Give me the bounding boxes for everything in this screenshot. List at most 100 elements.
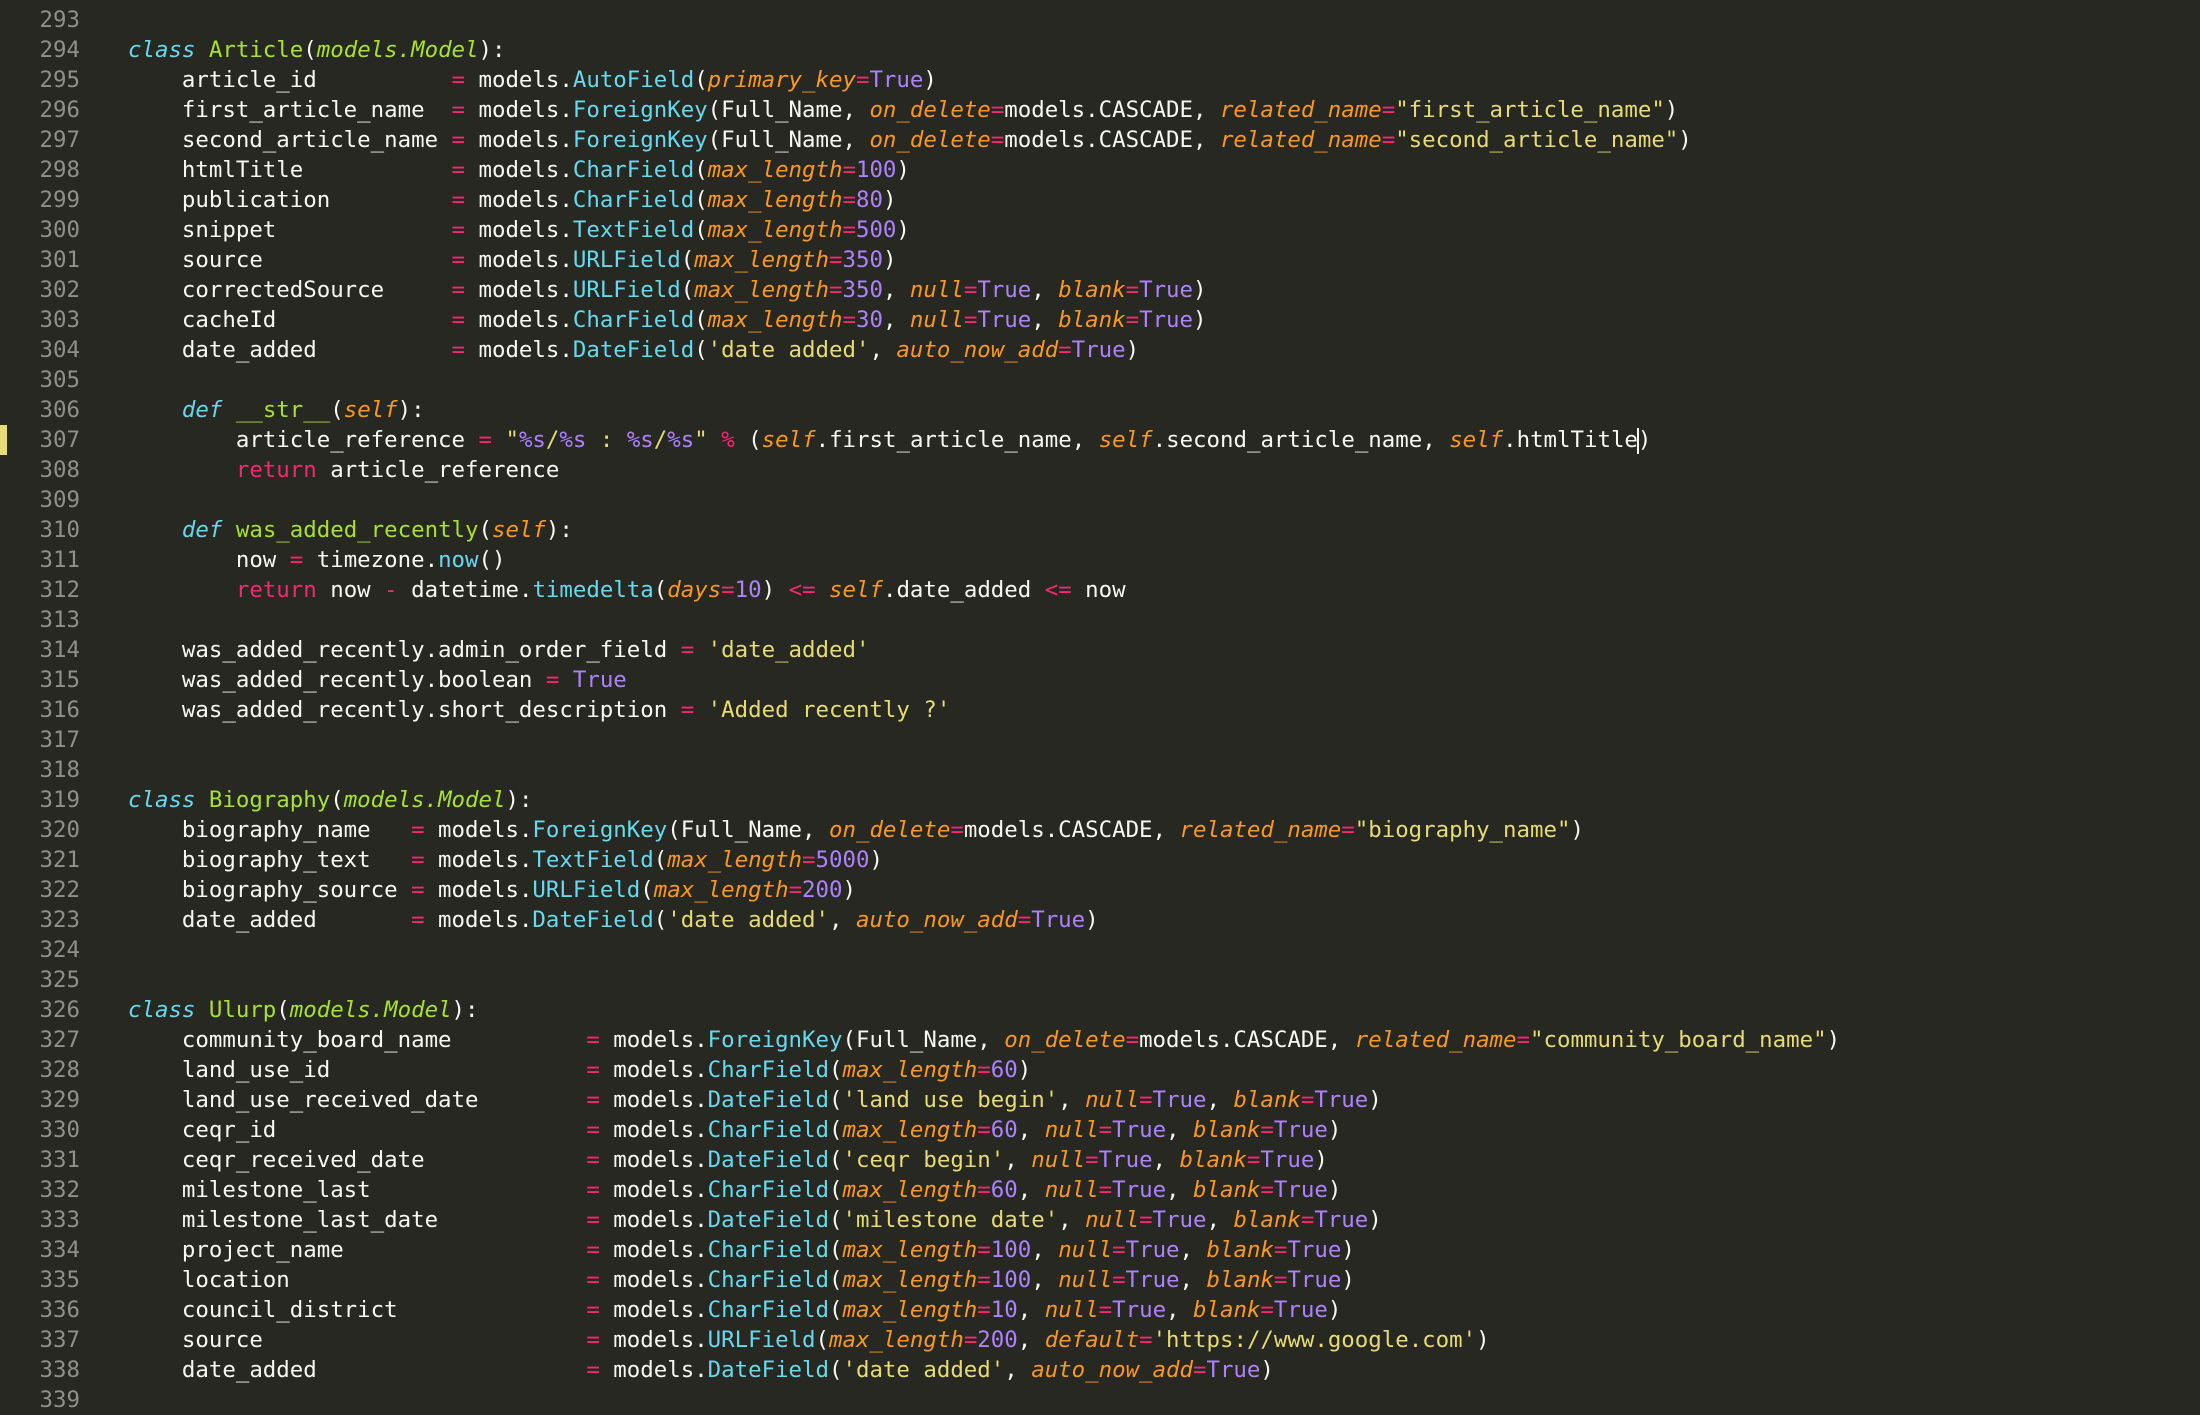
code-line[interactable]: 318 (0, 755, 2200, 785)
code-text[interactable]: class Biography(models.Model): (128, 785, 532, 815)
code-text[interactable]: class Article(models.Model): (128, 35, 505, 65)
code-line[interactable]: 295 article_id = models.AutoField(primar… (0, 65, 2200, 95)
code-text[interactable]: article_id = models.AutoField(primary_ke… (128, 65, 937, 95)
code-line[interactable]: 337 source = models.URLField(max_length=… (0, 1325, 2200, 1355)
line-number: 310 (39, 517, 80, 543)
code-line[interactable]: 293 (0, 5, 2200, 35)
code-line[interactable]: 300 snippet = models.TextField(max_lengt… (0, 215, 2200, 245)
code-line[interactable]: 322 biography_source = models.URLField(m… (0, 875, 2200, 905)
code-line[interactable]: 307 article_reference = "%s/%s : %s/%s" … (0, 425, 2200, 455)
code-line[interactable]: 303 cacheId = models.CharField(max_lengt… (0, 305, 2200, 335)
code-line[interactable]: 297 second_article_name = models.Foreign… (0, 125, 2200, 155)
code-token: models. (424, 847, 533, 873)
code-line[interactable]: 327 community_board_name = models.Foreig… (0, 1025, 2200, 1055)
code-text[interactable]: first_article_name = models.ForeignKey(F… (128, 95, 1678, 125)
code-text[interactable]: ceqr_received_date = models.DateField('c… (128, 1145, 1328, 1175)
code-line[interactable]: 330 ceqr_id = models.CharField(max_lengt… (0, 1115, 2200, 1145)
code-line[interactable]: 316 was_added_recently.short_description… (0, 695, 2200, 725)
code-line[interactable]: 304 date_added = models.DateField('date … (0, 335, 2200, 365)
code-line[interactable]: 294 class Article(models.Model): (0, 35, 2200, 65)
code-line[interactable]: 309 (0, 485, 2200, 515)
code-text[interactable]: land_use_received_date = models.DateFiel… (128, 1085, 1382, 1115)
code-token: ForeignKey (572, 127, 708, 153)
code-text[interactable]: land_use_id = models.CharField(max_lengt… (128, 1055, 1031, 1085)
code-line[interactable]: 320 biography_name = models.ForeignKey(F… (0, 815, 2200, 845)
code-text[interactable]: date_added = models.DateField('date adde… (128, 335, 1139, 365)
code-text[interactable]: class Ulurp(models.Model): (128, 995, 479, 1025)
code-text[interactable]: community_board_name = models.ForeignKey… (128, 1025, 1840, 1055)
code-line[interactable]: 326 class Ulurp(models.Model): (0, 995, 2200, 1025)
line-number: 299 (39, 187, 80, 213)
code-text[interactable]: was_added_recently.admin_order_field = '… (128, 635, 870, 665)
code-line[interactable]: 298 htmlTitle = models.CharField(max_len… (0, 155, 2200, 185)
code-line[interactable]: 329 land_use_received_date = models.Date… (0, 1085, 2200, 1115)
code-line[interactable]: 319 class Biography(models.Model): (0, 785, 2200, 815)
code-text[interactable]: project_name = models.CharField(max_leng… (128, 1235, 1355, 1265)
code-text[interactable]: source = models.URLField(max_length=350) (128, 245, 897, 275)
code-token: ) (1637, 427, 1652, 453)
code-text[interactable]: now = timezone.now() (128, 545, 506, 575)
code-line[interactable]: 311 now = timezone.now() (0, 545, 2200, 575)
code-text[interactable]: return article_reference (128, 455, 560, 485)
code-line[interactable]: 305 (0, 365, 2200, 395)
code-token: = (1125, 1027, 1140, 1053)
code-editor[interactable]: 293 294 class Article(models.Model): 295 ar… (0, 0, 2200, 1414)
code-text[interactable]: milestone_last = models.CharField(max_le… (128, 1175, 1341, 1205)
code-line[interactable]: 332 milestone_last = models.CharField(ma… (0, 1175, 2200, 1205)
code-token: = (1381, 97, 1396, 123)
code-line[interactable]: 321 biography_text = models.TextField(ma… (0, 845, 2200, 875)
code-line[interactable]: 313 (0, 605, 2200, 635)
code-line[interactable]: 312 return now - datetime.timedelta(days… (0, 575, 2200, 605)
code-token: class (128, 37, 196, 63)
code-line[interactable]: 324 (0, 935, 2200, 965)
code-text[interactable]: biography_source = models.URLField(max_l… (128, 875, 856, 905)
code-text[interactable]: biography_text = models.TextField(max_le… (128, 845, 883, 875)
code-line[interactable]: 331 ceqr_received_date = models.DateFiel… (0, 1145, 2200, 1175)
code-token: = (977, 1267, 991, 1293)
code-line[interactable]: 334 project_name = models.CharField(max_… (0, 1235, 2200, 1265)
code-line[interactable]: 310 def was_added_recently(self): (0, 515, 2200, 545)
code-text[interactable]: def __str__(self): (128, 395, 425, 425)
code-line[interactable]: 338 date_added = models.DateField('date … (0, 1355, 2200, 1385)
code-text[interactable]: date_added = models.DateField('date adde… (128, 905, 1099, 935)
code-token: def (181, 397, 223, 423)
code-text[interactable]: date_added = models.DateField('date adde… (128, 1355, 1274, 1385)
code-text[interactable]: snippet = models.TextField(max_length=50… (128, 215, 910, 245)
code-text[interactable]: milestone_last_date = models.DateField('… (128, 1205, 1382, 1235)
code-line[interactable]: 301 source = models.URLField(max_length=… (0, 245, 2200, 275)
code-line[interactable]: 302 correctedSource = models.URLField(ma… (0, 275, 2200, 305)
code-line[interactable]: 315 was_added_recently.boolean = True (0, 665, 2200, 695)
code-line[interactable]: 333 milestone_last_date = models.DateFie… (0, 1205, 2200, 1235)
code-line[interactable]: 296 first_article_name = models.ForeignK… (0, 95, 2200, 125)
code-token: = (451, 187, 466, 213)
code-line[interactable]: 328 land_use_id = models.CharField(max_l… (0, 1055, 2200, 1085)
code-token: max_length (829, 1327, 964, 1353)
code-text[interactable]: article_reference = "%s/%s : %s/%s" % (s… (128, 425, 1651, 455)
code-text[interactable]: htmlTitle = models.CharField(max_length=… (128, 155, 910, 185)
code-text[interactable]: source = models.URLField(max_length=200,… (128, 1325, 1490, 1355)
code-text[interactable]: was_added_recently.short_description = '… (128, 695, 950, 725)
code-text[interactable]: was_added_recently.boolean = True (128, 665, 627, 695)
code-text[interactable]: ceqr_id = models.CharField(max_length=60… (128, 1115, 1341, 1145)
code-line[interactable]: 325 (0, 965, 2200, 995)
code-line[interactable]: 299 publication = models.CharField(max_l… (0, 185, 2200, 215)
code-token: ( (330, 787, 344, 813)
code-text[interactable]: def was_added_recently(self): (128, 515, 573, 545)
code-text[interactable]: correctedSource = models.URLField(max_le… (128, 275, 1207, 305)
code-text[interactable]: cacheId = models.CharField(max_length=30… (128, 305, 1207, 335)
code-line[interactable]: 336 council_district = models.CharField(… (0, 1295, 2200, 1325)
code-line[interactable]: 317 (0, 725, 2200, 755)
code-text[interactable]: return now - datetime.timedelta(days=10)… (128, 575, 1126, 605)
code-line[interactable]: 335 location = models.CharField(max_leng… (0, 1265, 2200, 1295)
line-number: 306 (39, 397, 80, 423)
code-line[interactable]: 308 return article_reference (0, 455, 2200, 485)
code-line[interactable]: 306 def __str__(self): (0, 395, 2200, 425)
code-text[interactable]: publication = models.CharField(max_lengt… (128, 185, 897, 215)
code-line[interactable]: 323 date_added = models.DateField('date … (0, 905, 2200, 935)
code-text[interactable]: location = models.CharField(max_length=1… (128, 1265, 1355, 1295)
code-line[interactable]: 314 was_added_recently.admin_order_field… (0, 635, 2200, 665)
code-line[interactable]: 339 (0, 1385, 2200, 1415)
code-text[interactable]: biography_name = models.ForeignKey(Full_… (128, 815, 1584, 845)
code-text[interactable]: council_district = models.CharField(max_… (128, 1295, 1341, 1325)
code-text[interactable]: second_article_name = models.ForeignKey(… (128, 125, 1692, 155)
